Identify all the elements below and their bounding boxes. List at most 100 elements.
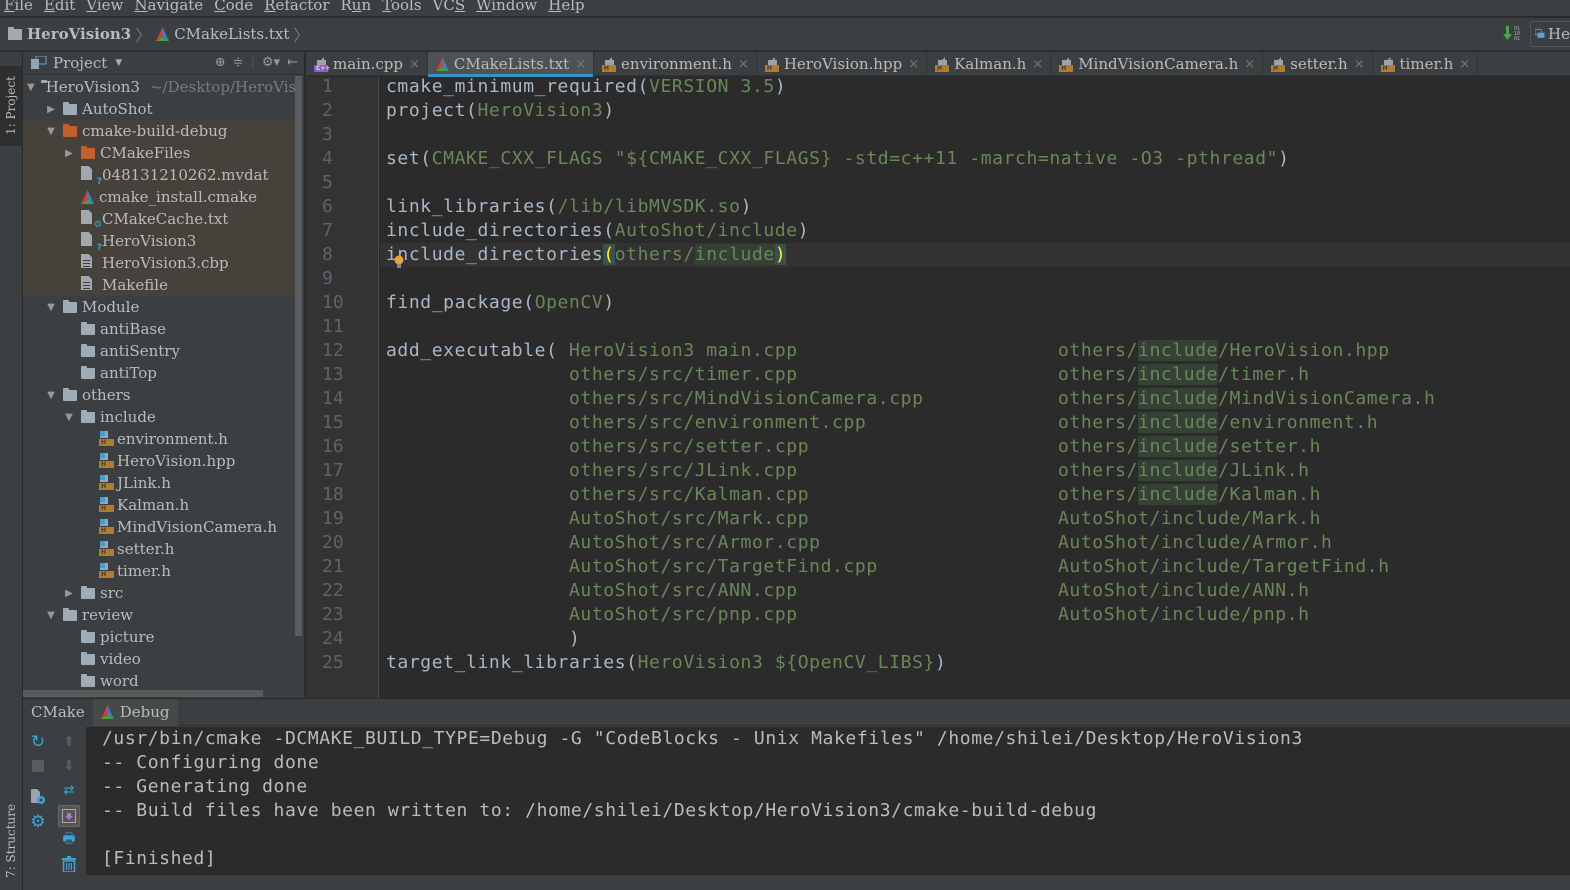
tree-item[interactable]: ▶cmake_install.cmake bbox=[23, 186, 296, 208]
code-line[interactable]: link_libraries(/lib/libMVSDK.so) bbox=[386, 195, 752, 219]
tree-item[interactable]: ▶?048131210262.mvdat bbox=[23, 164, 296, 187]
console-output[interactable]: /usr/bin/cmake -DCMAKE_BUILD_TYPE=Debug … bbox=[86, 727, 1570, 875]
code-line[interactable]: find_package(OpenCV) bbox=[386, 291, 615, 315]
tab-cmakelists-txt[interactable]: CMakeLists.txt × bbox=[427, 52, 595, 77]
menu-help[interactable]: Help bbox=[544, 0, 591, 13]
gear-icon[interactable]: ⚙▾ bbox=[262, 55, 280, 70]
project-tree-scrollbar[interactable] bbox=[295, 76, 302, 636]
locate-icon[interactable]: ⊕ bbox=[215, 55, 226, 70]
code-line[interactable]: add_executable( HeroVision3 main.cpp othe… bbox=[386, 339, 1389, 363]
tab-cmake[interactable]: CMake bbox=[23, 698, 93, 726]
tab-setter-h[interactable]: Hsetter.h × bbox=[1263, 52, 1373, 76]
hide-panel-icon[interactable]: ⇤ bbox=[287, 55, 298, 70]
run-configuration-selector[interactable]: He bbox=[1530, 21, 1570, 47]
tree-item[interactable]: ▶Htimer.h bbox=[23, 560, 296, 582]
expand-down-icon[interactable]: ▼ bbox=[45, 302, 57, 313]
code-line[interactable]: ) bbox=[386, 627, 580, 651]
tab-main-cpp[interactable]: C++ main.cpp × bbox=[306, 52, 428, 76]
close-icon[interactable]: × bbox=[908, 57, 919, 72]
tab-debug[interactable]: Debug bbox=[92, 698, 178, 726]
tree-item[interactable]: ▶Hsetter.h bbox=[23, 538, 296, 560]
tree-item[interactable]: ▶⚙CMakeCache.txt bbox=[23, 208, 296, 230]
lightbulb-icon[interactable] bbox=[394, 255, 404, 269]
down-arrow-icon[interactable]: ⬇ bbox=[60, 757, 78, 775]
stop-icon[interactable] bbox=[29, 757, 47, 775]
menu-edit[interactable]: Edit bbox=[40, 0, 82, 13]
tree-item[interactable]: ▼ HeroVision3 ~/Desktop/HeroVision3 bbox=[23, 76, 296, 98]
expand-down-icon[interactable]: ▼ bbox=[63, 412, 75, 423]
tree-item[interactable]: ▶antiSentry bbox=[23, 340, 296, 362]
trash-icon[interactable] bbox=[60, 855, 78, 873]
expand-down-icon[interactable]: ▼ bbox=[45, 610, 57, 621]
menu-navigate[interactable]: Navigate bbox=[130, 0, 210, 13]
expand-down-icon[interactable]: ▼ bbox=[45, 126, 57, 137]
tree-item[interactable]: ▶Makefile bbox=[23, 274, 296, 296]
expand-right-icon[interactable]: ▶ bbox=[63, 588, 75, 599]
code-line[interactable]: AutoShot/src/Mark.cpp AutoShot/include/Ma… bbox=[386, 507, 1320, 531]
tab-kalman-h[interactable]: H Kalman.h × bbox=[927, 52, 1052, 76]
collapse-all-icon[interactable]: ≑ bbox=[233, 55, 244, 70]
tree-item[interactable]: ▼ review bbox=[23, 604, 296, 626]
code-line[interactable]: project(HeroVision3) bbox=[386, 99, 615, 123]
menu-run[interactable]: Run bbox=[337, 0, 379, 13]
project-tree-horizontal-scrollbar[interactable] bbox=[23, 690, 263, 697]
tree-item[interactable]: ▶antiTop bbox=[23, 362, 296, 384]
tree-item[interactable]: ▶?HeroVision3 bbox=[23, 230, 296, 253]
tree-item[interactable]: ▶HeroVision3.cbp bbox=[23, 252, 296, 274]
code-line[interactable]: AutoShot/src/Armor.cpp AutoShot/include/A… bbox=[386, 531, 1332, 555]
menu-refactor[interactable]: Refactor bbox=[260, 0, 336, 13]
menu-vcs[interactable]: VCS bbox=[429, 0, 473, 13]
tree-item[interactable]: ▶video bbox=[23, 648, 296, 670]
structure-tool-tab[interactable]: 7: Structure bbox=[0, 792, 22, 890]
tree-item[interactable]: ▶ src bbox=[23, 582, 296, 604]
breadcrumb-project[interactable]: HeroVision3 bbox=[8, 25, 131, 43]
menu-window[interactable]: Window bbox=[472, 0, 544, 13]
tree-item[interactable]: ▶HMindVisionCamera.h bbox=[23, 516, 296, 538]
tree-item[interactable]: ▶word bbox=[23, 670, 296, 690]
tree-item[interactable]: ▶ CMakeFiles bbox=[23, 142, 296, 164]
code-line[interactable]: AutoShot/src/ANN.cpp AutoShot/include/ANN… bbox=[386, 579, 1309, 603]
code-line[interactable]: cmake_minimum_required(VERSION 3.5) bbox=[386, 75, 786, 99]
tree-item[interactable]: ▼ include bbox=[23, 406, 296, 428]
code-editor[interactable]: 1 2 3 4 5 6 7 8 9 10 11 12 13 14 15 16 17 18 19 20 21 22 23 24 2… bbox=[306, 75, 1570, 698]
tree-item[interactable]: ▶Henvironment.h bbox=[23, 428, 296, 450]
expand-right-icon[interactable]: ▶ bbox=[63, 148, 75, 159]
up-arrow-icon[interactable]: ⬆ bbox=[60, 733, 78, 751]
tab-herovision-hpp[interactable]: H HeroVision.hpp × bbox=[757, 52, 928, 76]
code-line[interactable]: include_directories(others/include) bbox=[380, 243, 1570, 267]
code-line[interactable]: AutoShot/src/pnp.cpp AutoShot/include/pnp… bbox=[386, 603, 1309, 627]
scroll-to-end-icon[interactable] bbox=[58, 805, 80, 827]
project-tool-tab[interactable]: 1: Project bbox=[0, 66, 22, 146]
tree-item[interactable]: ▶HJLink.h bbox=[23, 472, 296, 494]
tab-mindvisioncamera-h[interactable]: H MindVisionCamera.h × bbox=[1051, 52, 1264, 76]
print-icon[interactable]: 🖶 bbox=[60, 831, 78, 849]
tree-item[interactable]: ▼ cmake-build-debug bbox=[23, 120, 296, 142]
code-line[interactable]: include_directories(AutoShot/include) bbox=[386, 219, 809, 243]
tree-item[interactable]: ▼ others bbox=[23, 384, 296, 406]
soft-wrap-icon[interactable]: ⇄ bbox=[60, 781, 78, 799]
vcs-update-icon[interactable]: 01 10 01 bbox=[1502, 24, 1524, 44]
close-icon[interactable]: × bbox=[1354, 57, 1365, 72]
breadcrumb-file[interactable]: CMakeLists.txt bbox=[156, 25, 289, 43]
code-line[interactable]: others/src/timer.cpp others/include/timer… bbox=[386, 363, 1309, 387]
code-line[interactable]: others/src/MindVisionCamera.cpp others/in… bbox=[386, 387, 1435, 411]
close-icon[interactable]: × bbox=[738, 57, 749, 72]
tree-item[interactable]: ▶HKalman.h bbox=[23, 494, 296, 516]
tab-timer-h[interactable]: Htimer.h × bbox=[1373, 52, 1479, 76]
close-icon[interactable]: × bbox=[1032, 57, 1043, 72]
tree-item[interactable]: ▼ Module bbox=[23, 296, 296, 318]
code-line[interactable]: others/src/JLink.cpp others/include/JLink… bbox=[386, 459, 1309, 483]
close-icon[interactable]: × bbox=[409, 57, 420, 72]
expand-right-icon[interactable]: ▶ bbox=[45, 104, 57, 115]
cmake-cache-icon[interactable] bbox=[29, 788, 47, 806]
close-icon[interactable]: × bbox=[1459, 57, 1470, 72]
tree-item[interactable]: ▶antiBase bbox=[23, 318, 296, 340]
settings-gear-icon[interactable]: ⚙ bbox=[29, 812, 47, 832]
close-icon[interactable]: × bbox=[575, 57, 586, 72]
tab-environment-h[interactable]: Henvironment.h × bbox=[594, 52, 757, 76]
code-line[interactable]: others/src/environment.cpp others/include… bbox=[386, 411, 1378, 435]
tree-item[interactable]: ▶HHeroVision.hpp bbox=[23, 450, 296, 472]
menu-file[interactable]: File bbox=[0, 0, 40, 13]
menu-tools[interactable]: Tools bbox=[378, 0, 428, 13]
menu-view[interactable]: View bbox=[82, 0, 130, 13]
